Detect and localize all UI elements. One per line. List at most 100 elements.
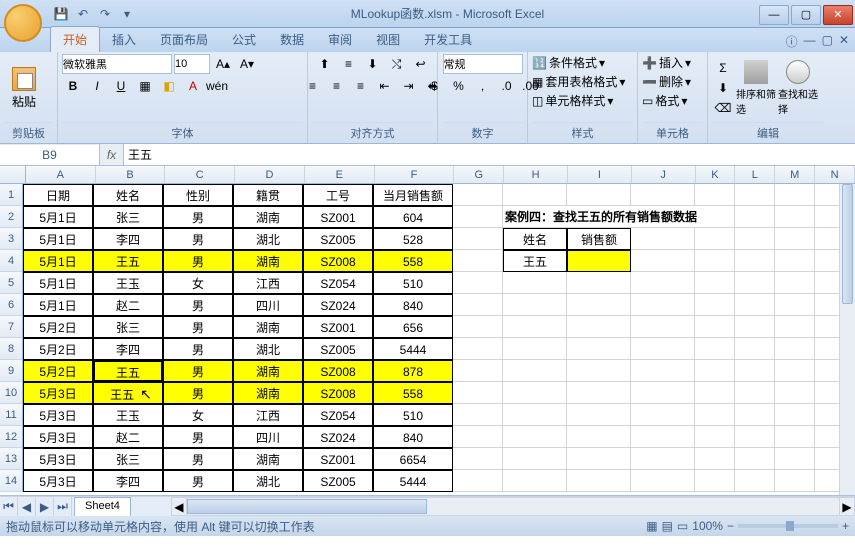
bold-icon[interactable]: B — [62, 76, 84, 96]
cell[interactable] — [735, 426, 775, 448]
cell[interactable] — [453, 360, 503, 382]
paste-button[interactable]: 粘贴 — [4, 55, 44, 121]
cell[interactable]: 5月3日 — [23, 426, 93, 448]
zoom-in-icon[interactable]: + — [842, 519, 849, 533]
tab-view[interactable]: 视图 — [364, 27, 412, 52]
cell[interactable] — [735, 250, 775, 272]
fx-icon[interactable]: fx — [100, 144, 124, 165]
cell[interactable] — [453, 426, 503, 448]
cell[interactable] — [735, 404, 775, 426]
col-header[interactable]: A — [26, 166, 96, 183]
cell[interactable] — [567, 382, 631, 404]
cell[interactable]: 王玉 — [93, 272, 163, 294]
cell[interactable]: 5月2日 — [23, 338, 93, 360]
cell[interactable] — [695, 448, 735, 470]
col-header[interactable]: C — [165, 166, 235, 183]
minimize-button[interactable]: — — [759, 5, 789, 25]
align-center-icon[interactable]: ≡ — [326, 76, 348, 96]
cell[interactable] — [453, 184, 503, 206]
cell[interactable]: SZ005 — [303, 228, 373, 250]
align-mid-icon[interactable]: ≡ — [338, 54, 360, 74]
cell[interactable]: 案例四：查找王五的所有销售额数据 — [503, 206, 735, 228]
cell[interactable] — [775, 448, 815, 470]
col-header[interactable]: F — [375, 166, 455, 183]
cell[interactable]: 江西 — [233, 272, 303, 294]
cell[interactable]: 李四 — [93, 228, 163, 250]
hscroll-thumb[interactable] — [187, 499, 427, 514]
cell[interactable]: 王五 — [503, 250, 567, 272]
cell[interactable] — [735, 338, 775, 360]
cell[interactable] — [567, 338, 631, 360]
cell[interactable]: 女 — [163, 404, 233, 426]
font-name-combo[interactable] — [62, 54, 172, 74]
cell[interactable] — [631, 360, 695, 382]
col-header[interactable]: I — [568, 166, 632, 183]
cell[interactable]: 销售额 — [567, 228, 631, 250]
maximize-button[interactable]: ▢ — [791, 5, 821, 25]
cell[interactable]: 张三 — [93, 206, 163, 228]
row-header[interactable]: 13 — [0, 448, 23, 470]
cell[interactable] — [695, 404, 735, 426]
italic-icon[interactable]: I — [86, 76, 108, 96]
cell[interactable] — [503, 272, 567, 294]
cell[interactable] — [775, 316, 815, 338]
zoom-slider[interactable] — [738, 524, 838, 528]
hscroll-left-icon[interactable]: ◀ — [171, 497, 187, 516]
cell[interactable] — [503, 316, 567, 338]
tab-data[interactable]: 数据 — [268, 27, 316, 52]
cell[interactable] — [567, 448, 631, 470]
border-icon[interactable]: ▦ — [134, 76, 156, 96]
scroll-thumb[interactable] — [842, 184, 853, 304]
tab-home[interactable]: 开始 — [50, 26, 100, 52]
cell[interactable]: 李四 — [93, 470, 163, 492]
zoom-out-icon[interactable]: − — [727, 519, 734, 533]
cell[interactable] — [735, 228, 775, 250]
cell[interactable]: 女 — [163, 272, 233, 294]
cell[interactable]: 湖南 — [233, 316, 303, 338]
cell[interactable]: 840 — [373, 294, 453, 316]
cell[interactable]: 男 — [163, 426, 233, 448]
cell[interactable] — [775, 382, 815, 404]
cell[interactable]: 878 — [373, 360, 453, 382]
cell[interactable] — [735, 382, 775, 404]
sheet-tab[interactable]: Sheet4 — [74, 497, 131, 516]
col-header[interactable]: E — [305, 166, 375, 183]
cell[interactable]: 王五 — [93, 250, 163, 272]
cell[interactable]: 王五 — [93, 360, 163, 382]
cell[interactable]: 男 — [163, 316, 233, 338]
cell[interactable] — [775, 206, 815, 228]
cell[interactable]: 男 — [163, 382, 233, 404]
cell[interactable]: 湖南 — [233, 382, 303, 404]
col-header[interactable]: K — [696, 166, 736, 183]
cell[interactable] — [631, 338, 695, 360]
cell[interactable] — [631, 272, 695, 294]
cell[interactable] — [695, 470, 735, 492]
cell[interactable] — [695, 360, 735, 382]
hscroll-right-icon[interactable]: ▶ — [839, 497, 855, 516]
cell[interactable]: SZ008 — [303, 250, 373, 272]
cell[interactable]: 工号 — [303, 184, 373, 206]
cell-styles-button[interactable]: ◫单元格样式▾ — [532, 92, 613, 109]
number-format-combo[interactable] — [443, 54, 523, 74]
cell[interactable] — [503, 338, 567, 360]
clear-icon[interactable]: ⌫ — [712, 98, 734, 118]
cell[interactable] — [775, 338, 815, 360]
underline-icon[interactable]: U — [110, 76, 132, 96]
cell[interactable]: 湖北 — [233, 470, 303, 492]
cell[interactable]: SZ001 — [303, 448, 373, 470]
cell[interactable]: 王五↖ — [93, 382, 163, 404]
align-top-icon[interactable]: ⬆ — [314, 54, 336, 74]
cell[interactable] — [453, 404, 503, 426]
cell[interactable] — [567, 470, 631, 492]
cell[interactable]: 湖南 — [233, 206, 303, 228]
find-select-button[interactable]: 查找和选择 — [778, 55, 818, 121]
cell[interactable] — [775, 470, 815, 492]
cell[interactable]: 湖南 — [233, 360, 303, 382]
cell[interactable] — [503, 426, 567, 448]
tab-review[interactable]: 审阅 — [316, 27, 364, 52]
cell[interactable]: 籍贯 — [233, 184, 303, 206]
tab-nav-first-icon[interactable]: ⏮ — [0, 497, 18, 516]
mdi-restore-icon[interactable]: ▢ — [822, 33, 833, 50]
row-header[interactable]: 6 — [0, 294, 23, 316]
cell[interactable] — [695, 382, 735, 404]
